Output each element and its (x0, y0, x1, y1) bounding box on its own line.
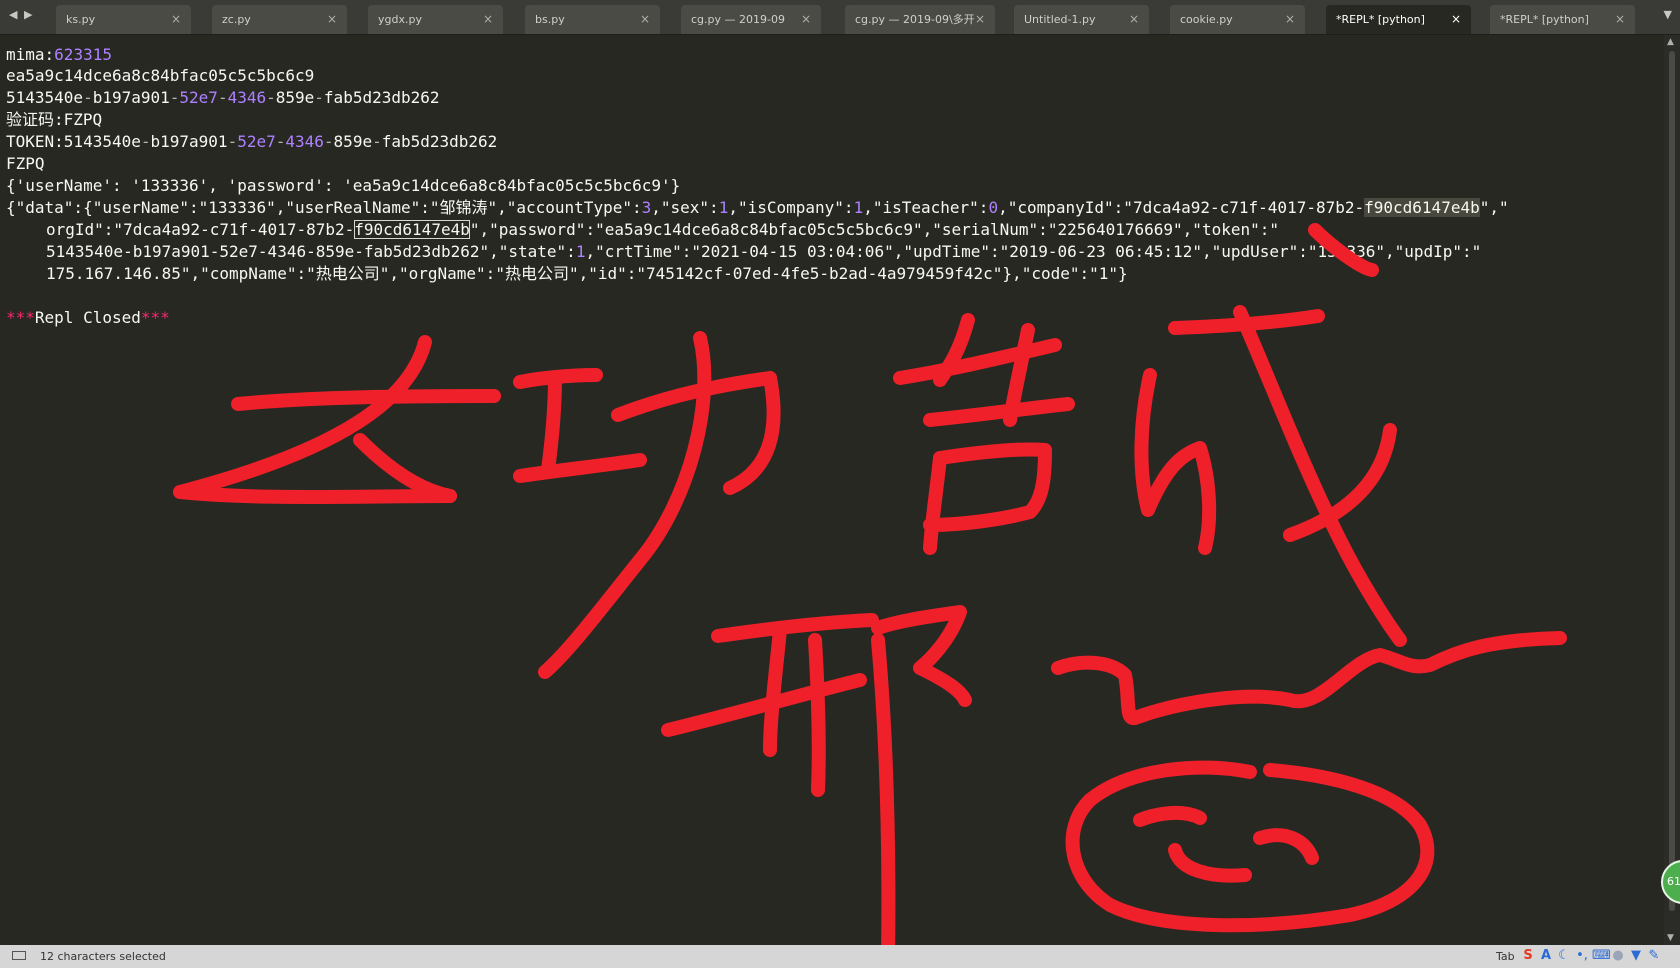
output-line-10: 5143540e-b197a901-52e7-4346-859e-fab5d23… (46, 242, 1482, 261)
tab-label: bs.py (535, 13, 565, 26)
close-icon[interactable]: × (801, 5, 811, 34)
repl-closed-line: ***Repl Closed*** (6, 308, 170, 327)
scroll-down-icon[interactable]: ▼ (1667, 933, 1674, 943)
output-line-8: {"data":{"userName":"133336","userRealNa… (6, 198, 1509, 217)
tab-label: zc.py (222, 13, 251, 26)
tab-cg-py-2019-09[interactable]: cg.py — 2019-09 × (681, 5, 821, 34)
user-icon[interactable]: ● (1610, 948, 1626, 964)
close-icon[interactable]: × (483, 5, 493, 34)
close-icon[interactable]: × (1451, 5, 1461, 34)
tab-bs-py[interactable]: bs.py × (525, 5, 660, 34)
tab-label: *REPL* [python] (1336, 13, 1425, 26)
tab-scroll-left-icon[interactable]: ◀ (9, 8, 17, 21)
tab-untitled-1-py[interactable]: Untitled-1.py × (1014, 5, 1149, 34)
output-line-9: orgId":"7dca4a92-c71f-4017-87b2-f90cd614… (46, 220, 1279, 239)
keyboard-icon[interactable]: ⌨ (1592, 948, 1611, 964)
close-icon[interactable]: × (327, 5, 337, 34)
tab-menu-chevron-icon[interactable]: ▼ (1664, 8, 1672, 21)
vertical-scrollbar[interactable]: ▲ ▼ (1664, 35, 1680, 945)
output-line-1: mima:623315 (6, 44, 112, 66)
tab-label: Untitled-1.py (1024, 13, 1096, 26)
output-line-11: 175.167.146.85","compName":"热电公司","orgNa… (46, 264, 1128, 283)
mima-value: 623315 (54, 45, 112, 64)
tab-bar: ◀ ▶ ks.py × zc.py × ygdx.py × bs.py × cg… (0, 0, 1680, 35)
tab-label: ygdx.py (378, 13, 422, 26)
editor-area[interactable]: mima:623315 ea5a9c14dce6a8c84bfac05c5c5b… (0, 35, 1664, 945)
tab-label: *REPL* [python] (1500, 13, 1589, 26)
font-a-icon[interactable]: A (1538, 948, 1554, 964)
moon-icon[interactable]: ☾ (1556, 948, 1572, 964)
tab-repl-python[interactable]: *REPL* [python] × (1490, 5, 1635, 34)
tab-ygdx-py[interactable]: ygdx.py × (368, 5, 503, 34)
tab-label: cg.py — 2019-09 (691, 13, 785, 26)
close-icon[interactable]: × (640, 5, 650, 34)
sublime-text-window: ◀ ▶ ks.py × zc.py × ygdx.py × bs.py × cg… (0, 0, 1680, 968)
output-line-6: FZPQ (6, 154, 45, 173)
output-line-5: TOKEN:5143540e-b197a901-52e7-4346-859e-f… (6, 132, 498, 151)
monitor-icon[interactable] (12, 951, 26, 960)
tab-zc-py[interactable]: zc.py × (212, 5, 347, 34)
shirt-icon[interactable]: ▼ (1628, 948, 1644, 964)
close-icon[interactable]: × (1615, 5, 1625, 34)
close-icon[interactable]: × (975, 5, 985, 34)
selected-text: f90cd6147e4b (354, 220, 470, 239)
tab-cookie-py[interactable]: cookie.py × (1170, 5, 1305, 34)
selection-status: 12 characters selected (40, 950, 166, 963)
output-line-4: 验证码:FZPQ (6, 110, 103, 129)
wrench-icon[interactable]: ✎ (1646, 948, 1662, 964)
tab-repl-python-active[interactable]: *REPL* [python] × (1326, 5, 1471, 34)
output-line-2: ea5a9c14dce6a8c84bfac05c5c5bc6c9 (6, 66, 315, 85)
tab-size-label[interactable]: Tab (1496, 945, 1515, 968)
close-icon[interactable]: × (171, 5, 181, 34)
tab-label: cg.py — 2019-09\多开 (855, 13, 975, 26)
tab-label: cookie.py (1180, 13, 1233, 26)
selection-highlight: f90cd6147e4b (1364, 198, 1480, 217)
mima-label: mima: (6, 45, 55, 64)
close-icon[interactable]: × (1285, 5, 1295, 34)
close-icon[interactable]: × (1129, 5, 1139, 34)
scroll-up-icon[interactable]: ▲ (1667, 37, 1674, 47)
tab-label: ks.py (66, 13, 96, 26)
status-bar: 12 characters selected Tab S A ☾ •, ⌨ ● … (0, 945, 1680, 968)
sogou-s-icon[interactable]: S (1520, 948, 1536, 964)
output-line-3: 5143540e-b197a901-52e7-4346-859e-fab5d23… (6, 88, 440, 107)
output-line-7: {'userName': '133336', 'password': 'ea5a… (6, 176, 681, 195)
tab-ks-py[interactable]: ks.py × (56, 5, 191, 34)
scrollbar-thumb[interactable] (1669, 51, 1675, 911)
tab-cg-py-duokai[interactable]: cg.py — 2019-09\多开 × (845, 5, 995, 34)
tab-scroll-right-icon[interactable]: ▶ (24, 8, 32, 21)
punctuation-icon[interactable]: •, (1574, 948, 1590, 964)
